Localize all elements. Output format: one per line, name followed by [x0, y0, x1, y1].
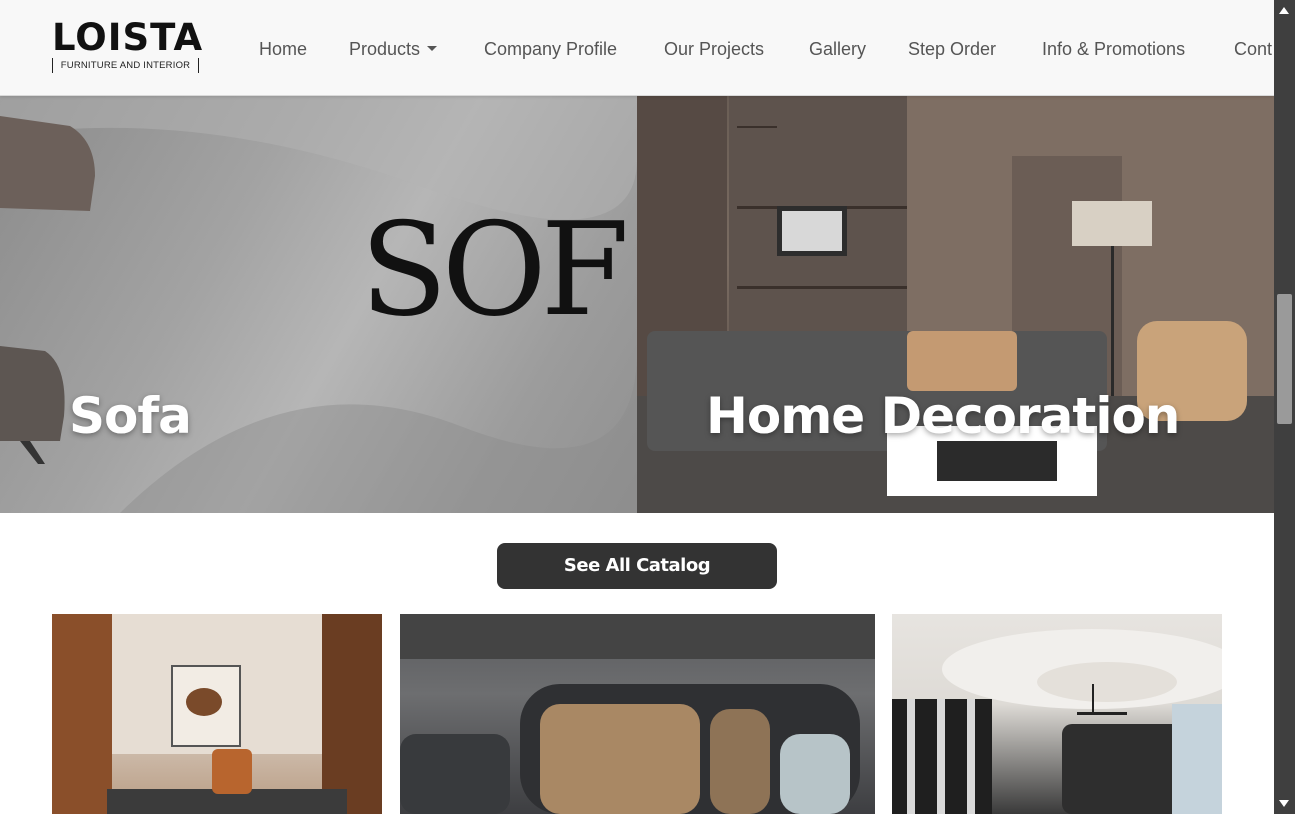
- reception-interior-image: [892, 629, 1222, 814]
- nav-item-our-projects[interactable]: Our Projects: [664, 37, 764, 61]
- nav-item-products-label: Products: [349, 39, 421, 59]
- tile-label-home-decoration: Home Decoration: [706, 387, 1180, 445]
- page: LOISTA FURNITURE AND INTERIOR Home Produ…: [0, 0, 1295, 814]
- see-all-catalog-button[interactable]: See All Catalog: [497, 543, 777, 589]
- nav-item-info-promotions[interactable]: Info & Promotions: [1042, 37, 1185, 61]
- tile-label-sofa: Sofa: [69, 387, 192, 445]
- scrollbar-thumb[interactable]: [1277, 294, 1292, 424]
- project-card-office[interactable]: [52, 614, 382, 814]
- project-card-office-pods[interactable]: [400, 614, 875, 814]
- logo-tagline: FURNITURE AND INTERIOR: [52, 58, 199, 73]
- sofa-image-text: SOF: [360, 196, 629, 345]
- scroll-down-arrow-icon[interactable]: [1279, 800, 1289, 807]
- category-tile-sofa[interactable]: SOF Sofa: [0, 96, 637, 513]
- nav-item-contact[interactable]: Cont: [1234, 37, 1272, 61]
- office-interior-image: [52, 614, 382, 814]
- chevron-down-icon: [427, 46, 438, 52]
- nav-item-company-profile[interactable]: Company Profile: [484, 37, 617, 61]
- project-card-reception[interactable]: [892, 614, 1222, 814]
- category-tile-home-decoration[interactable]: Home Decoration: [637, 96, 1274, 513]
- page-scrollbar[interactable]: [1274, 0, 1295, 814]
- scroll-up-arrow-icon[interactable]: [1279, 7, 1289, 14]
- home-decoration-image: [637, 96, 1274, 513]
- logo[interactable]: LOISTA FURNITURE AND INTERIOR: [52, 18, 202, 76]
- nav-item-home[interactable]: Home: [259, 37, 307, 61]
- nav-item-step-order[interactable]: Step Order: [908, 37, 996, 61]
- logo-wordmark: LOISTA: [52, 16, 204, 59]
- nav-item-products[interactable]: Products: [349, 37, 438, 61]
- nav-item-gallery[interactable]: Gallery: [809, 37, 866, 61]
- office-pods-image: [400, 614, 875, 814]
- navbar: LOISTA FURNITURE AND INTERIOR Home Produ…: [0, 0, 1274, 96]
